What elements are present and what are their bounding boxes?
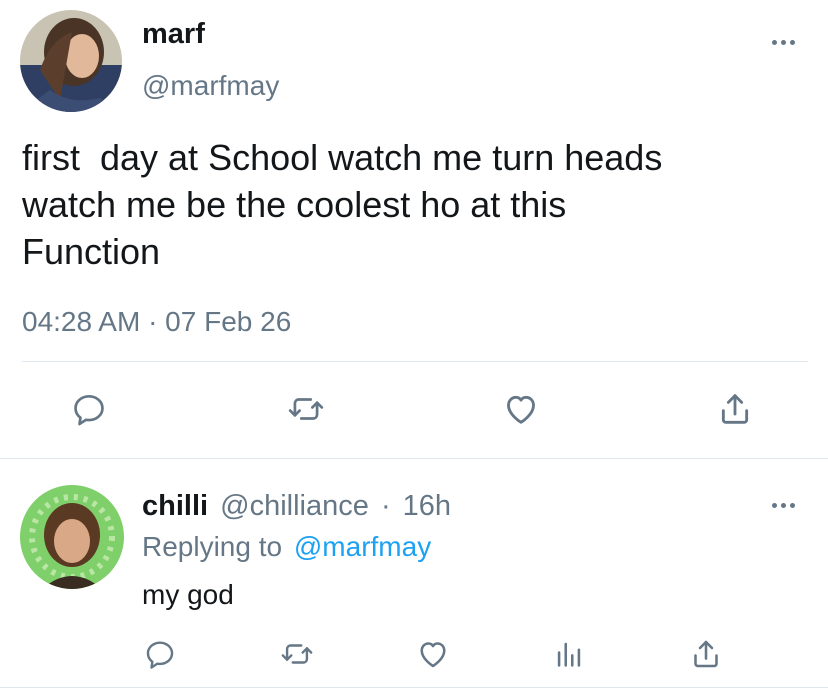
tweet-timestamp[interactable]: 04:28 AM · 07 Feb 26 (22, 306, 291, 338)
tweet-time[interactable]: 16h (403, 490, 451, 522)
replying-to-label: Replying to (142, 531, 283, 562)
reply-button[interactable] (65, 385, 113, 433)
avatar[interactable] (20, 10, 122, 112)
divider (0, 687, 828, 688)
avatar[interactable] (20, 485, 124, 589)
share-icon (721, 394, 749, 424)
retweet-button[interactable] (273, 630, 321, 678)
divider (0, 458, 828, 459)
like-icon (507, 395, 535, 424)
divider (22, 361, 808, 362)
tweet-text-line: first day at School watch me turn heads (22, 137, 663, 178)
reply-header: chilli @chilliance · 16h (142, 490, 451, 523)
like-icon (420, 642, 446, 668)
analytics-icon (557, 642, 581, 667)
replying-to: Replying to @marfmay (142, 531, 431, 563)
reply-text: my god (142, 579, 234, 610)
display-name[interactable]: chilli (142, 490, 208, 522)
like-button[interactable] (497, 385, 545, 433)
like-button[interactable] (409, 630, 457, 678)
profile-photo (20, 10, 122, 112)
share-button[interactable] (711, 385, 759, 433)
more-options-icon[interactable] (772, 40, 795, 45)
reply-button[interactable] (136, 630, 184, 678)
user-handle[interactable]: @chilliance (220, 490, 369, 522)
analytics-button[interactable] (545, 630, 593, 678)
more-options-icon[interactable] (772, 503, 795, 508)
share-icon (694, 640, 718, 668)
retweet-icon (288, 398, 324, 420)
display-name[interactable]: marf (142, 18, 205, 51)
profile-photo (20, 485, 124, 589)
retweet-button[interactable] (282, 385, 330, 433)
retweet-icon (281, 644, 313, 664)
separator: · (380, 490, 391, 522)
tweet-text-line: watch me be the coolest ho at this (22, 184, 567, 225)
tweet-text-line: Function (22, 231, 161, 272)
reply-icon (74, 394, 104, 426)
reply-icon (146, 641, 174, 669)
replying-to-handle[interactable]: @marfmay (294, 531, 431, 562)
tweet-text: first day at School watch me turn heads … (22, 134, 662, 275)
user-handle[interactable]: @marfmay (142, 70, 279, 102)
share-button[interactable] (682, 630, 730, 678)
